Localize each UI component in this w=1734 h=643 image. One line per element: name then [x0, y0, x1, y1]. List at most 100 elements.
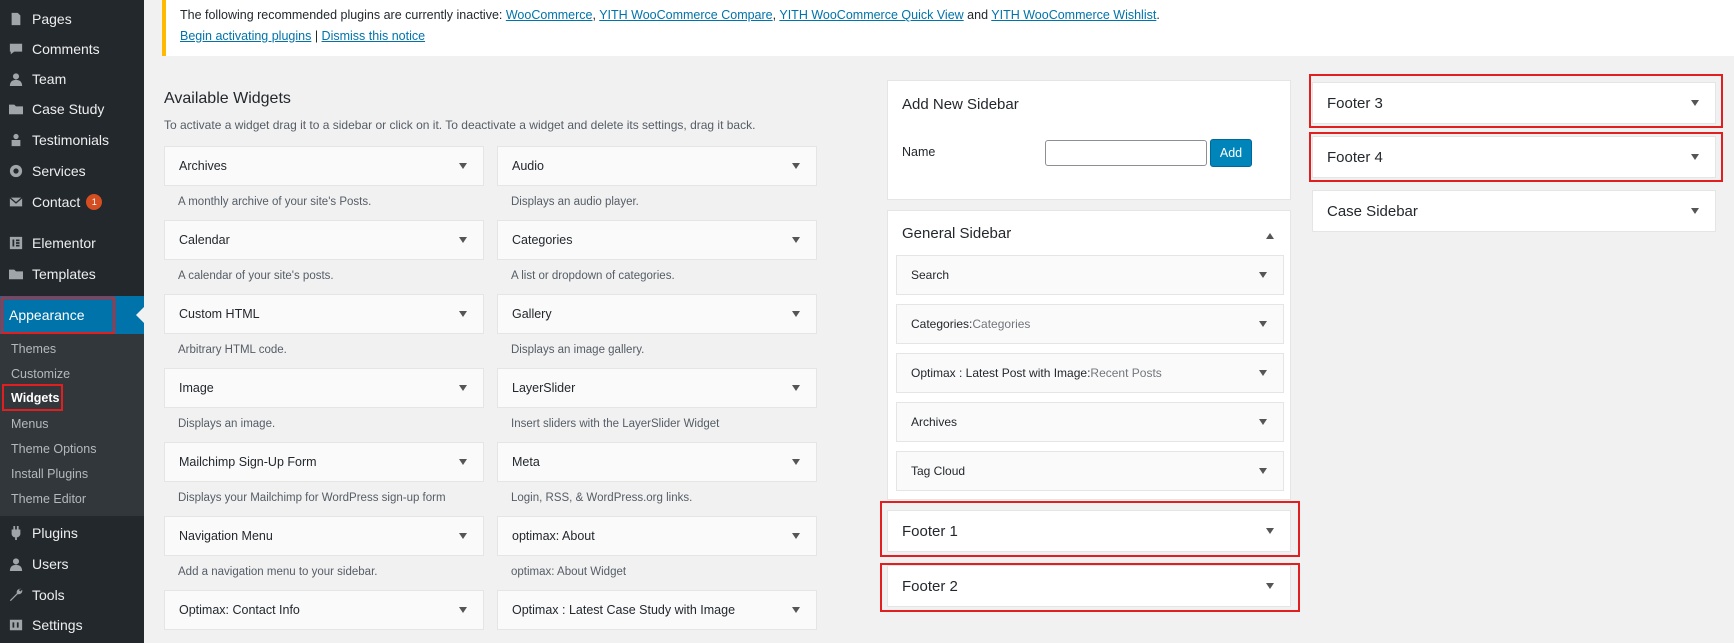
- caret-up-icon[interactable]: [1266, 233, 1274, 239]
- widget-desc: Displays an audio player.: [511, 196, 639, 208]
- widget-optimax-contact-info[interactable]: Optimax: Contact Info: [164, 590, 484, 630]
- widget-optimax-latest-case-study[interactable]: Optimax : Latest Case Study with Image: [497, 590, 817, 630]
- menu-item-services[interactable]: Services: [0, 156, 144, 186]
- menu-item-pages[interactable]: Pages: [0, 4, 144, 34]
- tools-icon: [9, 588, 23, 602]
- sidebar-footer-1[interactable]: Footer 1: [887, 510, 1291, 552]
- menu-item-users[interactable]: Users: [0, 549, 144, 579]
- elementor-icon: [9, 236, 23, 250]
- widget-meta[interactable]: Meta: [497, 442, 817, 482]
- mail-icon: [9, 195, 23, 209]
- submenu-install-plugins[interactable]: Install Plugins: [11, 467, 88, 481]
- caret-down-icon: [792, 459, 800, 465]
- caret-down-icon: [792, 237, 800, 243]
- menu-item-appearance[interactable]: Appearance: [0, 296, 144, 335]
- notice-message: The following recommended plugins are cu…: [180, 8, 1160, 22]
- admin-sidebar: Pages Comments Team Case Study Testimoni…: [0, 0, 144, 643]
- menu-label: Team: [32, 71, 67, 87]
- menu-item-case-study[interactable]: Case Study: [0, 94, 144, 124]
- name-label: Name: [902, 145, 936, 159]
- menu-label: Services: [32, 163, 86, 179]
- submenu-themes[interactable]: Themes: [11, 342, 56, 356]
- team-icon: [9, 72, 23, 86]
- add-new-sidebar-panel: Add New Sidebar Name Add: [887, 80, 1291, 200]
- menu-label: Contact: [32, 194, 81, 210]
- submenu-customize[interactable]: Customize: [11, 367, 70, 381]
- caret-down-icon: [792, 163, 800, 169]
- menu-item-testimonials[interactable]: Testimonials: [0, 125, 144, 155]
- services-icon: [9, 164, 23, 178]
- general-sidebar-title[interactable]: General Sidebar: [902, 225, 1011, 242]
- menu-label: Pages: [32, 11, 72, 27]
- menu-label: Testimonials: [32, 132, 110, 148]
- users-icon: [9, 557, 23, 571]
- caret-down-icon: [1259, 419, 1267, 425]
- caret-down-icon: [1259, 468, 1267, 474]
- link-yith-quick-view[interactable]: YITH WooCommerce Quick View: [779, 8, 963, 22]
- caret-down-icon: [459, 163, 467, 169]
- caret-down-icon: [1266, 528, 1274, 534]
- sidebar-footer-4[interactable]: Footer 4: [1312, 136, 1716, 178]
- available-widgets-title: Available Widgets: [164, 90, 291, 107]
- widget-desc: Insert sliders with the LayerSlider Widg…: [511, 418, 720, 430]
- caret-down-icon: [1691, 100, 1699, 106]
- caret-down-icon: [459, 533, 467, 539]
- link-yith-compare[interactable]: YITH WooCommerce Compare: [599, 8, 772, 22]
- sidebar-case-sidebar[interactable]: Case Sidebar: [1312, 190, 1716, 232]
- menu-item-elementor[interactable]: Elementor: [0, 228, 144, 258]
- caret-down-icon: [1259, 321, 1267, 327]
- widget-categories[interactable]: Categories: [497, 220, 817, 260]
- widget-layerslider[interactable]: LayerSlider: [497, 368, 817, 408]
- settings-icon: [9, 618, 23, 632]
- widget-image[interactable]: Image: [164, 368, 484, 408]
- available-widgets-description: To activate a widget drag it to a sideba…: [164, 118, 756, 132]
- caret-down-icon: [1691, 208, 1699, 214]
- widget-desc: optimax: About Widget: [511, 566, 627, 578]
- submenu-widgets[interactable]: Widgets: [11, 391, 60, 405]
- menu-item-team[interactable]: Team: [0, 64, 144, 94]
- menu-item-templates[interactable]: Templates: [0, 259, 144, 289]
- sidebar-name-input[interactable]: [1045, 140, 1207, 166]
- folder-icon: [9, 267, 23, 281]
- sidebar-widget-categories[interactable]: Categories: Categories: [896, 304, 1284, 344]
- menu-item-tools[interactable]: Tools: [0, 580, 144, 610]
- sidebar-widget-search[interactable]: Search: [896, 255, 1284, 295]
- link-yith-wishlist[interactable]: YITH WooCommerce Wishlist: [991, 8, 1156, 22]
- widget-audio[interactable]: Audio: [497, 146, 817, 186]
- widget-archives[interactable]: Archives: [164, 146, 484, 186]
- caret-down-icon: [1259, 370, 1267, 376]
- menu-item-comments[interactable]: Comments: [0, 34, 144, 64]
- sidebar-widget-archives[interactable]: Archives: [896, 402, 1284, 442]
- caret-down-icon: [792, 607, 800, 613]
- sidebar-footer-2[interactable]: Footer 2: [887, 565, 1291, 607]
- sidebar-widget-tag-cloud[interactable]: Tag Cloud: [896, 451, 1284, 491]
- dismiss-notice-link[interactable]: Dismiss this notice: [322, 29, 426, 43]
- submenu-menus[interactable]: Menus: [11, 417, 49, 431]
- widget-optimax-about[interactable]: optimax: About: [497, 516, 817, 556]
- widget-gallery[interactable]: Gallery: [497, 294, 817, 334]
- menu-item-contact[interactable]: Contact 1: [0, 187, 144, 217]
- widget-mailchimp[interactable]: Mailchimp Sign-Up Form: [164, 442, 484, 482]
- add-sidebar-button[interactable]: Add: [1210, 139, 1252, 167]
- menu-label: Elementor: [32, 235, 96, 251]
- widget-calendar[interactable]: Calendar: [164, 220, 484, 260]
- widget-desc: A calendar of your site's posts.: [178, 270, 334, 282]
- plugin-notice: The following recommended plugins are cu…: [162, 0, 1734, 56]
- menu-item-settings[interactable]: Settings: [0, 610, 144, 640]
- menu-label: Appearance: [9, 307, 85, 323]
- link-woocommerce[interactable]: WooCommerce: [506, 8, 593, 22]
- begin-activating-link[interactable]: Begin activating plugins: [180, 29, 311, 43]
- sidebar-widget-latest-post[interactable]: Optimax : Latest Post with Image: Recent…: [896, 353, 1284, 393]
- folder-icon: [9, 102, 23, 116]
- widget-navigation-menu[interactable]: Navigation Menu: [164, 516, 484, 556]
- plugins-icon: [9, 526, 23, 540]
- menu-label: Case Study: [32, 101, 105, 117]
- caret-down-icon: [1259, 272, 1267, 278]
- menu-item-plugins[interactable]: Plugins: [0, 518, 144, 548]
- widget-custom-html[interactable]: Custom HTML: [164, 294, 484, 334]
- add-new-sidebar-title: Add New Sidebar: [902, 96, 1019, 113]
- submenu-theme-editor[interactable]: Theme Editor: [11, 492, 86, 506]
- submenu-theme-options[interactable]: Theme Options: [11, 442, 96, 456]
- sidebar-footer-3[interactable]: Footer 3: [1312, 82, 1716, 124]
- caret-down-icon: [459, 237, 467, 243]
